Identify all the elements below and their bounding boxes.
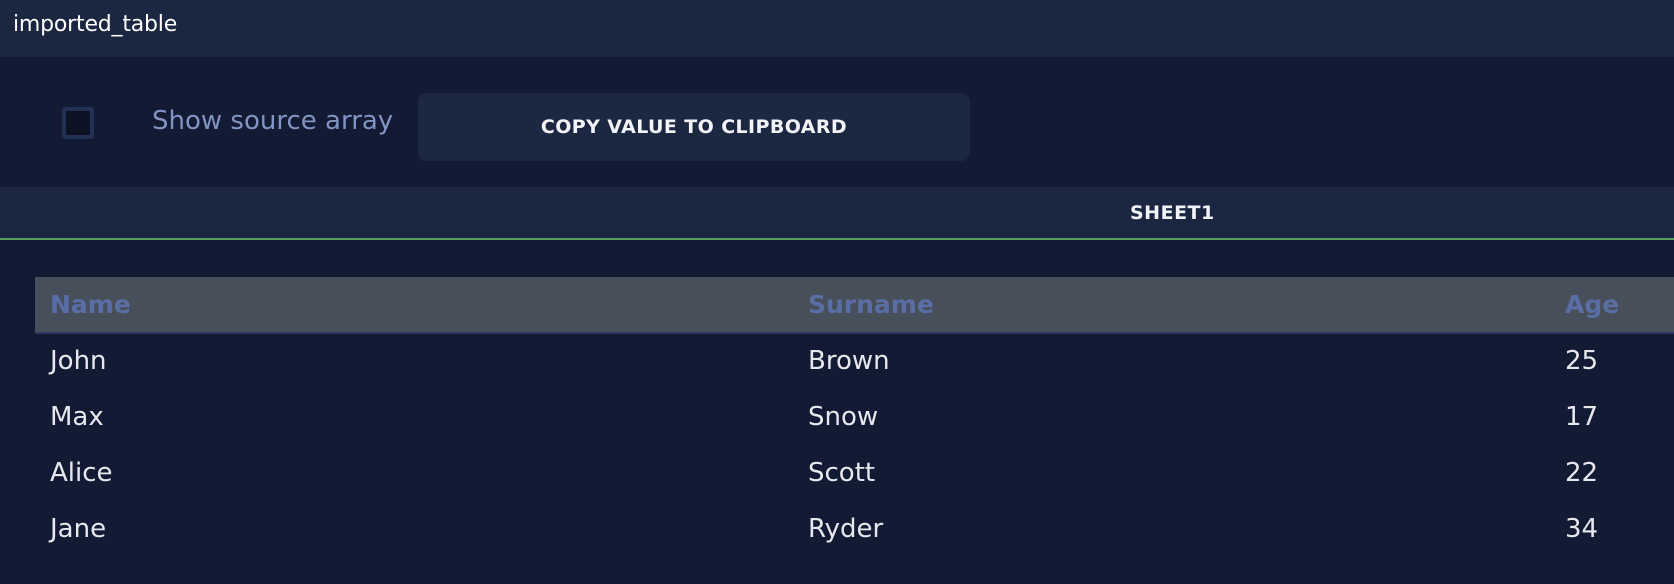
cell-name: Max [50, 402, 104, 432]
title-bar: imported_table [0, 0, 1674, 57]
cell-surname: Scott [808, 458, 876, 488]
cell-age: 34 [1565, 514, 1599, 544]
cell-age: 17 [1565, 402, 1599, 432]
cell-surname: Brown [808, 346, 890, 376]
show-source-array-label[interactable]: Show source array [152, 106, 393, 136]
cell-name: John [50, 346, 107, 376]
column-header-age[interactable]: Age [1565, 290, 1619, 319]
cell-name: Alice [50, 458, 113, 488]
tab-sheet1[interactable]: SHEET1 [1130, 202, 1215, 224]
column-header-name[interactable]: Name [50, 290, 131, 319]
cell-age: 22 [1565, 458, 1599, 488]
column-header-surname[interactable]: Surname [808, 290, 934, 319]
table-header-row: Name Surname Age [35, 277, 1674, 334]
sheet-tab-bar: SHEET1 [0, 187, 1674, 240]
cell-surname: Ryder [808, 514, 884, 544]
copy-value-to-clipboard-button[interactable]: COPY VALUE TO CLIPBOARD [418, 93, 970, 161]
table-row: John Brown 25 [35, 334, 1674, 390]
data-table: Name Surname Age John Brown 25 Max Snow … [35, 277, 1674, 558]
table-row: Jane Ryder 34 [35, 502, 1674, 558]
cell-age: 25 [1565, 346, 1599, 376]
cell-name: Jane [50, 514, 107, 544]
table-row: Alice Scott 22 [35, 446, 1674, 502]
table-row: Max Snow 17 [35, 390, 1674, 446]
show-source-array-checkbox[interactable] [62, 107, 94, 139]
cell-surname: Snow [808, 402, 879, 432]
window-title: imported_table [13, 12, 178, 37]
